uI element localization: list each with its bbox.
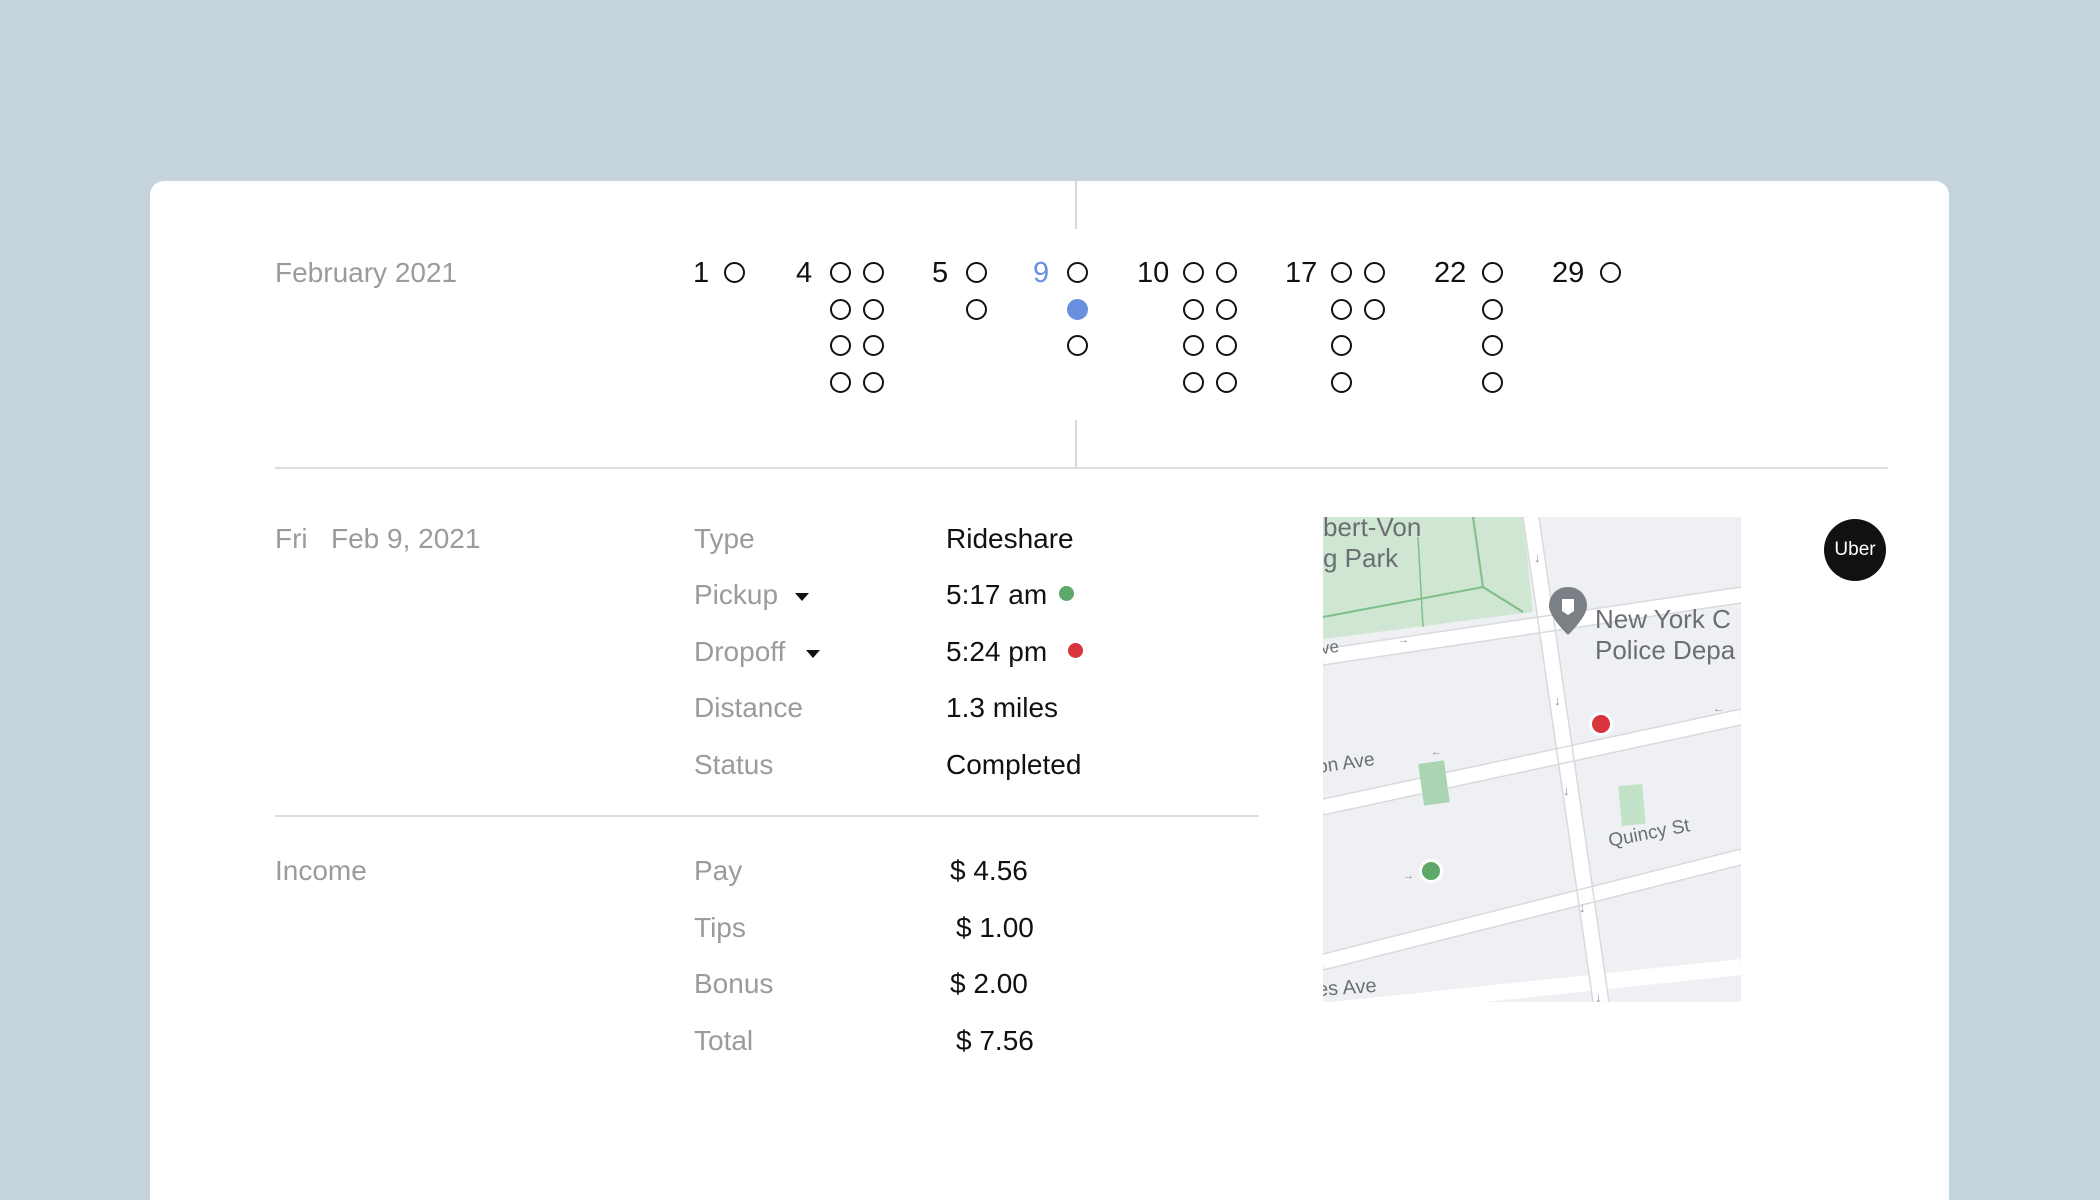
pickup-time: 5:17 am [946, 579, 1048, 610]
ride-dot[interactable] [1183, 298, 1204, 320]
ride-dot[interactable] [830, 335, 851, 356]
ride-dot[interactable] [1331, 371, 1352, 393]
svg-text:→: → [1398, 634, 1409, 646]
map-label-park: bert-Von [1323, 517, 1422, 542]
ride-dot[interactable] [1363, 298, 1385, 320]
ride-dot[interactable] [1215, 371, 1237, 393]
total-value: $ 7.56 [956, 1025, 1034, 1056]
dropoff-toggle[interactable]: Dropoff [694, 636, 834, 670]
svg-text:↓: ↓ [1563, 783, 1570, 798]
distance-value: 1.3 miles [946, 692, 1059, 723]
map-street-label: ve [1323, 636, 1341, 659]
pay-label: Pay [694, 855, 743, 886]
map-label-place: New York C [1595, 604, 1731, 634]
day-number[interactable]: 1 [693, 257, 709, 289]
selected-day-marker-bottom [1075, 420, 1077, 468]
dropoff-label: Dropoff [694, 636, 786, 667]
ride-dot[interactable] [1215, 298, 1237, 320]
ride-dot[interactable] [1331, 335, 1352, 356]
trip-weekday: Fri [275, 523, 308, 554]
selected-ride-dot[interactable] [1067, 298, 1088, 320]
pickup-marker-icon [1059, 586, 1074, 601]
svg-text:↓: ↓ [1579, 900, 1586, 915]
trip-date: Feb 9, 2021 [331, 523, 481, 554]
type-label: Type [694, 523, 755, 554]
income-label: Income [275, 855, 367, 886]
ride-dot[interactable] [862, 298, 884, 320]
ride-dot[interactable] [862, 262, 884, 283]
map-graphic: → ← → ← ↓ ↓ ↓ ↓ ↓ [1323, 517, 1741, 1002]
ride-dot[interactable] [724, 262, 745, 283]
map-label-park: g Park [1323, 543, 1399, 573]
pickup-pin-icon[interactable] [1419, 859, 1443, 883]
svg-text:↓: ↓ [1595, 990, 1602, 1002]
day-number[interactable]: 29 [1552, 257, 1584, 289]
day-number[interactable]: 5 [932, 257, 948, 289]
ride-dot[interactable] [862, 335, 884, 356]
ride-dot[interactable] [830, 262, 851, 283]
trip-route-map[interactable]: → ← → ← ↓ ↓ ↓ ↓ ↓ bert-Von g Park New Yo… [1323, 517, 1741, 1002]
month-label: February 2021 [275, 257, 458, 288]
dropoff-pin-icon[interactable] [1589, 712, 1613, 736]
svg-text:↓: ↓ [1534, 550, 1541, 565]
tips-label: Tips [694, 912, 746, 943]
day-number[interactable]: 17 [1285, 257, 1317, 289]
ride-dot[interactable] [1215, 262, 1237, 283]
ride-dot[interactable] [1183, 371, 1204, 393]
tips-value: $ 1.00 [956, 912, 1034, 943]
day-number[interactable]: 10 [1137, 257, 1169, 289]
ride-dot[interactable] [1215, 335, 1237, 356]
svg-text:←: ← [1431, 746, 1442, 758]
divider [275, 467, 1888, 469]
ride-dot[interactable] [1183, 335, 1204, 356]
ride-dot[interactable] [1482, 335, 1503, 356]
status-label: Status [694, 749, 774, 780]
ride-dot[interactable] [1067, 335, 1088, 356]
caret-down-icon [795, 593, 809, 601]
ride-dot[interactable] [1600, 262, 1621, 283]
ride-dot[interactable] [830, 298, 851, 320]
ride-dot[interactable] [1331, 262, 1352, 283]
total-label: Total [694, 1025, 754, 1056]
ride-dot[interactable] [1183, 262, 1204, 283]
day-number[interactable]: 9 [1033, 257, 1049, 289]
ride-dot[interactable] [1331, 298, 1352, 320]
ride-dot[interactable] [966, 262, 987, 283]
bonus-label: Bonus [694, 968, 774, 999]
svg-text:←: ← [1713, 703, 1724, 715]
pickup-toggle[interactable]: Pickup [694, 579, 824, 613]
dropoff-marker-icon [1068, 643, 1083, 658]
ride-dot[interactable] [830, 371, 851, 393]
type-value: Rideshare [946, 523, 1074, 554]
day-number[interactable]: 4 [796, 257, 812, 289]
svg-text:→: → [1403, 870, 1414, 882]
ride-dot[interactable] [1482, 371, 1503, 393]
day-number[interactable]: 22 [1434, 257, 1466, 289]
ride-dot[interactable] [1482, 298, 1503, 320]
ride-dot[interactable] [1482, 262, 1503, 283]
map-label-place: Police Depa [1595, 635, 1736, 665]
map-street-label: es Ave [1323, 974, 1378, 1002]
provider-badge: Uber [1824, 519, 1886, 581]
ride-dot[interactable] [1363, 262, 1385, 283]
caret-down-icon [806, 650, 820, 658]
divider [275, 815, 1259, 817]
distance-label: Distance [694, 692, 803, 723]
svg-text:↓: ↓ [1554, 693, 1561, 708]
ride-dot[interactable] [862, 371, 884, 393]
status-value: Completed [946, 749, 1082, 780]
park-area [1618, 784, 1646, 826]
selected-day-marker-top [1075, 181, 1077, 229]
dropoff-time: 5:24 pm [946, 636, 1048, 667]
bonus-value: $ 2.00 [950, 968, 1028, 999]
ride-dot[interactable] [1067, 262, 1088, 283]
ride-dot[interactable] [966, 298, 987, 320]
pay-value: $ 4.56 [950, 855, 1028, 886]
pickup-label: Pickup [694, 579, 779, 610]
